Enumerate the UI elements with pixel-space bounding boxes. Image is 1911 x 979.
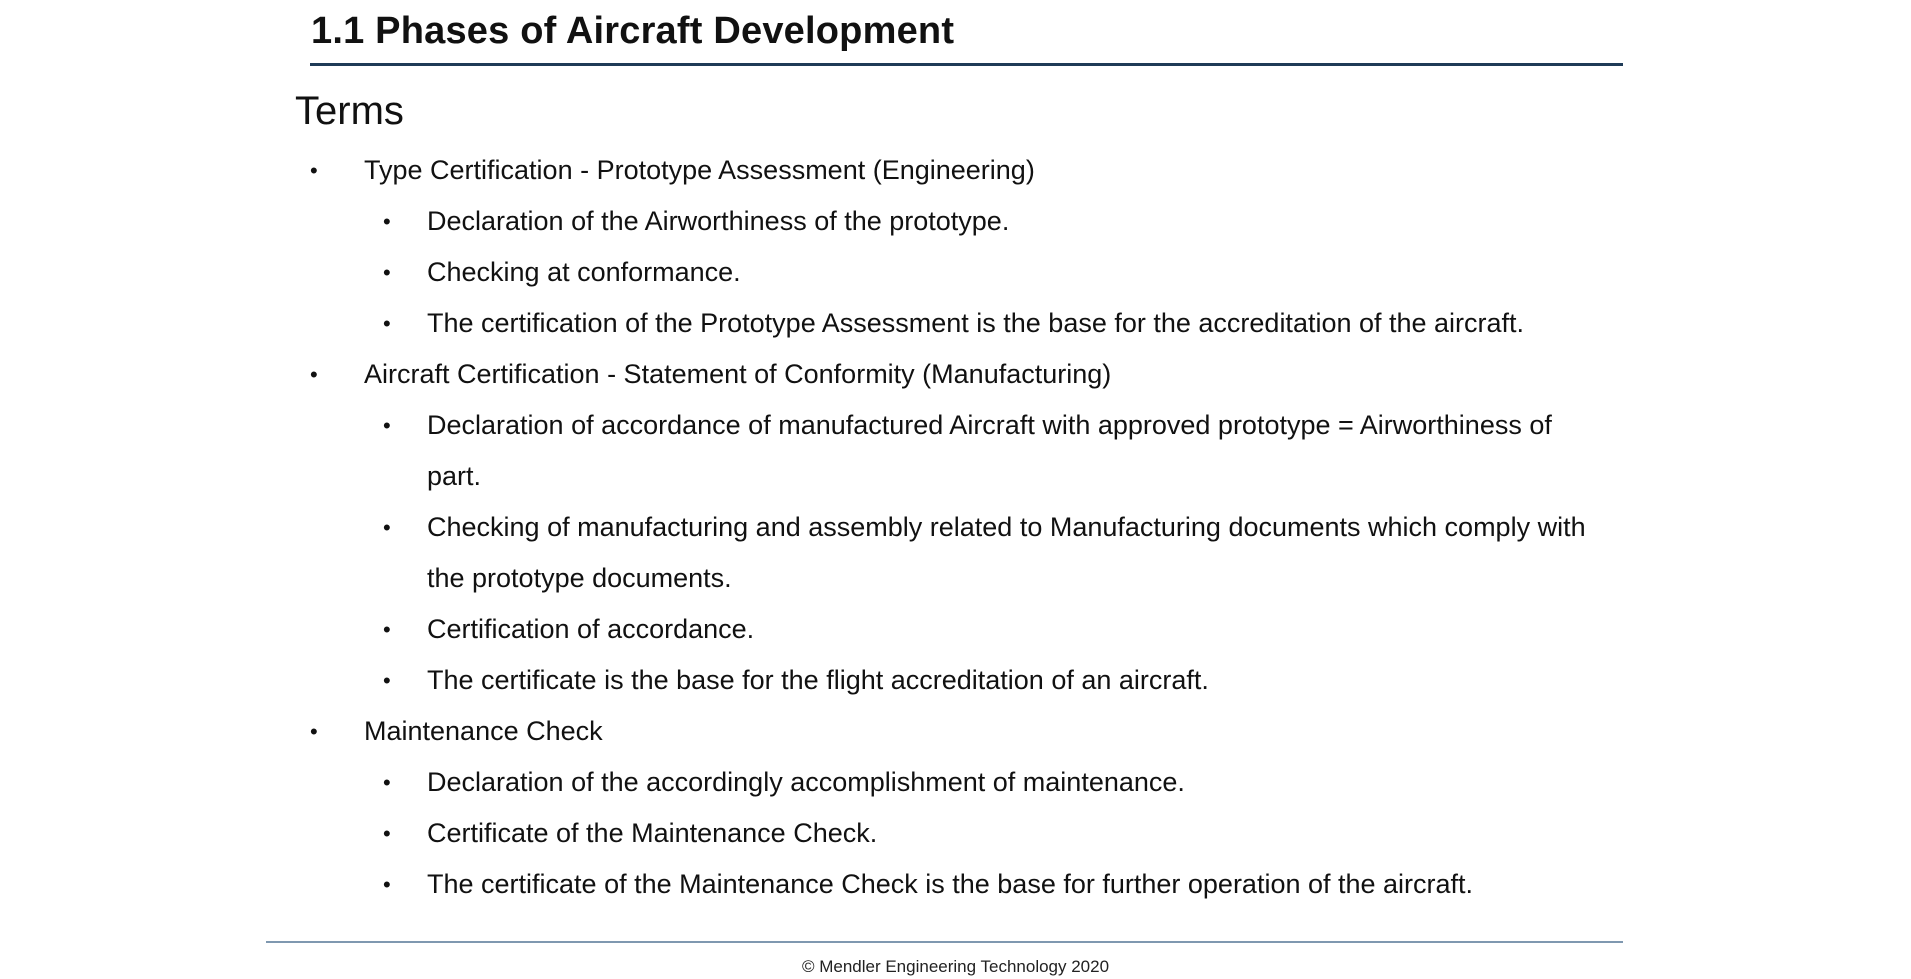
sub-bullet-item: • Certification of accordance. [0,604,1911,655]
bullet-text: Maintenance Check [364,716,603,746]
bullet-icon: • [310,362,318,387]
bullet-icon: • [383,617,391,642]
sub-bullet-text: Checking at conformance. [427,257,741,287]
sub-bullet-text: Declaration of accordance of manufacture… [427,410,1552,491]
sub-bullet-text: Checking of manufacturing and assembly r… [427,512,1586,593]
sub-bullet-text: The certification of the Prototype Asses… [427,308,1525,338]
bullet-item: • Aircraft Certification - Statement of … [0,349,1911,400]
footer-divider [266,941,1623,943]
copyright-footer: © Mendler Engineering Technology 2020 [801,957,1110,976]
sub-bullet-item: • Declaration of the Airworthiness of th… [0,196,1911,247]
bullet-text: Aircraft Certification - Statement of Co… [364,359,1112,389]
bullet-item: • Maintenance Check [0,706,1911,757]
bullet-icon: • [383,260,391,285]
sub-bullet-item: • Checking of manufacturing and assembly… [0,502,1911,604]
sub-bullet-item: • Certificate of the Maintenance Check. [0,808,1911,859]
bullet-icon: • [383,209,391,234]
bullet-icon: • [310,158,318,183]
title-divider [310,63,1623,66]
bullet-icon: • [383,413,391,438]
bullet-icon: • [383,311,391,336]
sub-bullet-text: Certification of accordance. [427,614,755,644]
bullet-icon: • [383,770,391,795]
sub-bullet-text: Declaration of the accordingly accomplis… [427,767,1185,797]
section-heading: Terms [295,89,404,133]
sub-bullet-item: • Declaration of accordance of manufactu… [0,400,1911,502]
sub-bullet-item: • The certificate of the Maintenance Che… [0,859,1911,910]
slide-title: 1.1 Phases of Aircraft Development [311,10,955,52]
bullet-icon: • [383,872,391,897]
sub-bullet-text: The certificate is the base for the flig… [427,665,1209,695]
sub-bullet-text: Declaration of the Airworthiness of the … [427,206,1010,236]
bullet-icon: • [383,821,391,846]
presentation-slide: 1.1 Phases of Aircraft Development Terms… [0,0,1911,979]
sub-bullet-item: • The certification of the Prototype Ass… [0,298,1911,349]
sub-bullet-text: The certificate of the Maintenance Check… [427,869,1474,899]
terms-bullet-list: • Type Certification - Prototype Assessm… [0,145,1911,910]
bullet-item: • Type Certification - Prototype Assessm… [0,145,1911,196]
bullet-icon: • [383,668,391,693]
sub-bullet-item: • Declaration of the accordingly accompl… [0,757,1911,808]
sub-bullet-text: Certificate of the Maintenance Check. [427,818,878,848]
sub-bullet-item: • The certificate is the base for the fl… [0,655,1911,706]
sub-bullet-item: • Checking at conformance. [0,247,1911,298]
bullet-icon: • [383,515,391,540]
bullet-icon: • [310,719,318,744]
bullet-text: Type Certification - Prototype Assessmen… [364,155,1035,185]
